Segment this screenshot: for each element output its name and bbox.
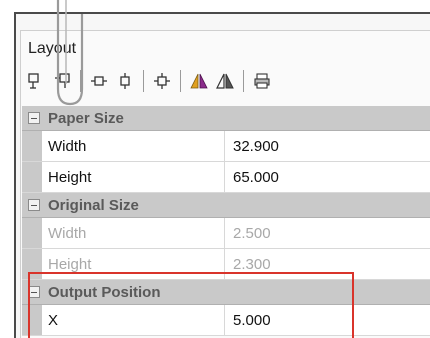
center-both-button[interactable] (152, 71, 172, 91)
align-top-left-icon (28, 73, 39, 89)
center-both-icon (154, 73, 170, 89)
paper-width-field[interactable]: 32.900 (225, 131, 430, 161)
property-label: Width (42, 131, 225, 161)
property-row-original-height: Height 2.300 (22, 249, 430, 280)
property-row-paper-height[interactable]: Height 65.000 (22, 162, 430, 193)
row-gutter (22, 249, 42, 279)
collapse-icon[interactable] (28, 199, 40, 211)
flip-horizontal-color-button[interactable] (189, 71, 209, 91)
toolbar-separator (243, 70, 244, 92)
section-paper-size[interactable]: Paper Size (22, 106, 430, 131)
section-label: Output Position (48, 283, 161, 301)
section-original-size[interactable]: Original Size (22, 193, 430, 218)
align-top-left-button[interactable] (26, 71, 46, 91)
mirror-button[interactable] (215, 71, 235, 91)
property-label: Height (42, 162, 225, 192)
collapse-icon[interactable] (28, 286, 40, 298)
collapse-icon[interactable] (28, 112, 40, 124)
mirror-icon (216, 73, 234, 89)
paperclip-icon (56, 0, 84, 106)
property-label: X (42, 305, 225, 335)
center-horizontal-icon (91, 76, 107, 86)
layout-window: Layout Paper Size Width 32.900 Height 65… (0, 0, 430, 338)
print-icon (254, 73, 270, 89)
property-row-paper-width[interactable]: Width 32.900 (22, 131, 430, 162)
row-gutter (22, 305, 42, 335)
center-horizontal-button[interactable] (89, 71, 109, 91)
center-vertical-icon (120, 73, 130, 89)
flip-horizontal-color-icon (190, 73, 208, 89)
center-vertical-button[interactable] (115, 71, 135, 91)
property-label: Width (42, 218, 225, 248)
property-row-original-width: Width 2.500 (22, 218, 430, 249)
paper-height-field[interactable]: 65.000 (225, 162, 430, 192)
original-height-value: 2.300 (233, 255, 271, 273)
row-gutter (22, 131, 42, 161)
property-grid: Paper Size Width 32.900 Height 65.000 Or… (22, 106, 430, 336)
property-row-output-x[interactable]: X 5.000 (22, 305, 430, 336)
print-button[interactable] (252, 71, 272, 91)
toolbar-separator (180, 70, 181, 92)
row-gutter (22, 218, 42, 248)
original-width-value: 2.500 (233, 224, 271, 242)
section-label: Original Size (48, 196, 139, 214)
section-label: Paper Size (48, 109, 124, 127)
row-gutter (22, 162, 42, 192)
output-x-field[interactable]: 5.000 (225, 305, 430, 335)
property-label: Height (42, 249, 225, 279)
section-output-position[interactable]: Output Position (22, 280, 430, 305)
toolbar-separator (143, 70, 144, 92)
